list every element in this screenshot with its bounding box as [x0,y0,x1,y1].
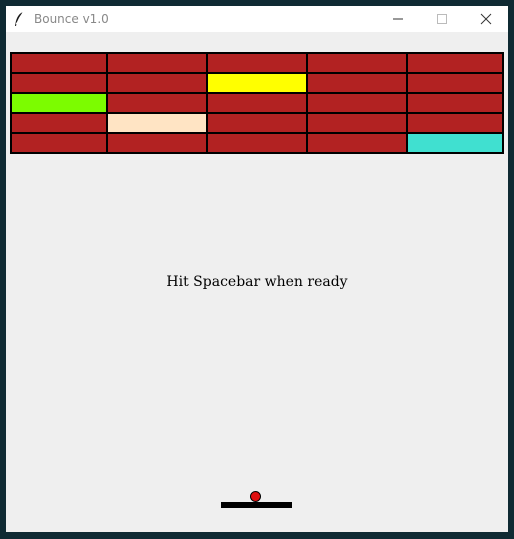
brick [106,72,208,94]
title-bar[interactable]: Bounce v1.0 [6,6,508,32]
brick [306,132,408,154]
brick [10,112,108,134]
brick [206,72,308,94]
brick [206,52,308,74]
maximize-button[interactable] [420,6,464,32]
brick [406,92,504,114]
start-message: Hit Spacebar when ready [166,274,348,290]
maximize-icon [437,14,447,24]
game-canvas[interactable]: Hit Spacebar when ready [6,32,508,532]
brick [10,52,108,74]
brick [206,92,308,114]
ball [250,491,261,502]
app-window: Bounce v1.0 Hit Spacebar when ready [0,0,514,539]
brick [10,132,108,154]
paddle[interactable] [221,502,292,508]
close-icon [480,13,492,25]
brick [206,132,308,154]
brick [10,92,108,114]
brick [306,72,408,94]
brick [406,52,504,74]
brick [306,52,408,74]
brick [106,52,208,74]
feather-icon [12,11,26,27]
brick [106,112,208,134]
brick [306,92,408,114]
minimize-icon [393,18,403,20]
brick [10,72,108,94]
minimize-button[interactable] [376,6,420,32]
brick [406,72,504,94]
brick [206,112,308,134]
brick [306,112,408,134]
brick [106,132,208,154]
brick [406,132,504,154]
window-title: Bounce v1.0 [34,12,109,26]
brick [106,92,208,114]
close-button[interactable] [464,6,508,32]
brick [406,112,504,134]
